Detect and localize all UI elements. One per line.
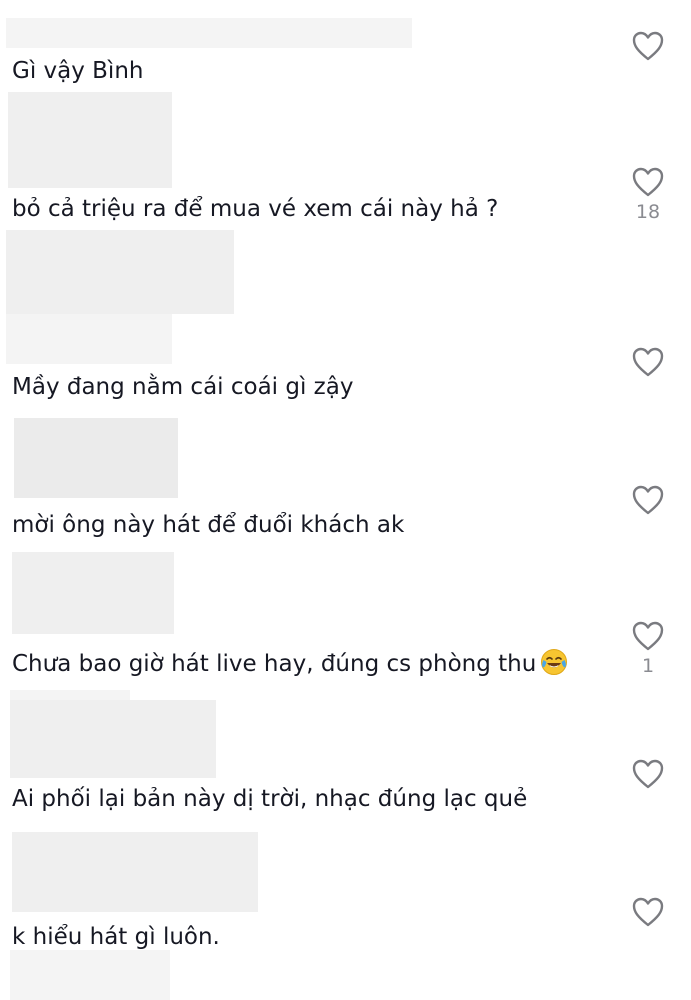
like-count: 1 (641, 655, 655, 677)
comment-text: bỏ cả triệu ra để mua vé xem cái này hả … (12, 196, 499, 222)
redacted-username (10, 690, 130, 700)
heart-outline-icon (632, 759, 664, 789)
heart-outline-icon (632, 167, 664, 197)
redacted-avatar (6, 230, 234, 314)
comment-text: Ai phối lại bản này dị trời, nhạc đúng l… (12, 786, 528, 812)
comment-text: mời ông này hát để đuổi khách ak (12, 512, 405, 538)
heart-outline-icon (632, 347, 664, 377)
like-button[interactable]: 18 (628, 166, 668, 223)
comment-text: k hiểu hát gì luôn. (12, 924, 220, 950)
redacted-avatar (12, 832, 258, 912)
face-with-tears-of-joy-icon (541, 649, 568, 675)
redacted-avatar (8, 92, 172, 188)
redacted-avatar (12, 552, 174, 634)
like-button[interactable] (628, 30, 668, 65)
like-count: 18 (635, 201, 661, 223)
comment-text: Gì vậy Bình (12, 58, 144, 84)
like-button[interactable] (628, 896, 668, 931)
like-button[interactable] (628, 758, 668, 793)
redacted-username (6, 18, 412, 48)
like-button[interactable]: 1 (628, 620, 668, 677)
comment-text-body: Chưa bao giờ hát live hay, đúng cs phòng… (12, 651, 537, 677)
redacted-avatar (10, 700, 216, 778)
heart-outline-icon (632, 621, 664, 651)
heart-outline-icon (632, 485, 664, 515)
heart-outline-icon (632, 897, 664, 927)
comment-text: Mầy đang nằm cái coái gì zậy (12, 374, 354, 400)
redacted-avatar (14, 418, 178, 498)
redacted-username (6, 314, 172, 364)
redacted-avatar (10, 950, 170, 1000)
heart-outline-icon (632, 31, 664, 61)
like-button[interactable] (628, 346, 668, 381)
like-button[interactable] (628, 484, 668, 519)
comment-text: Chưa bao giờ hát live hay, đúng cs phòng… (12, 648, 568, 679)
